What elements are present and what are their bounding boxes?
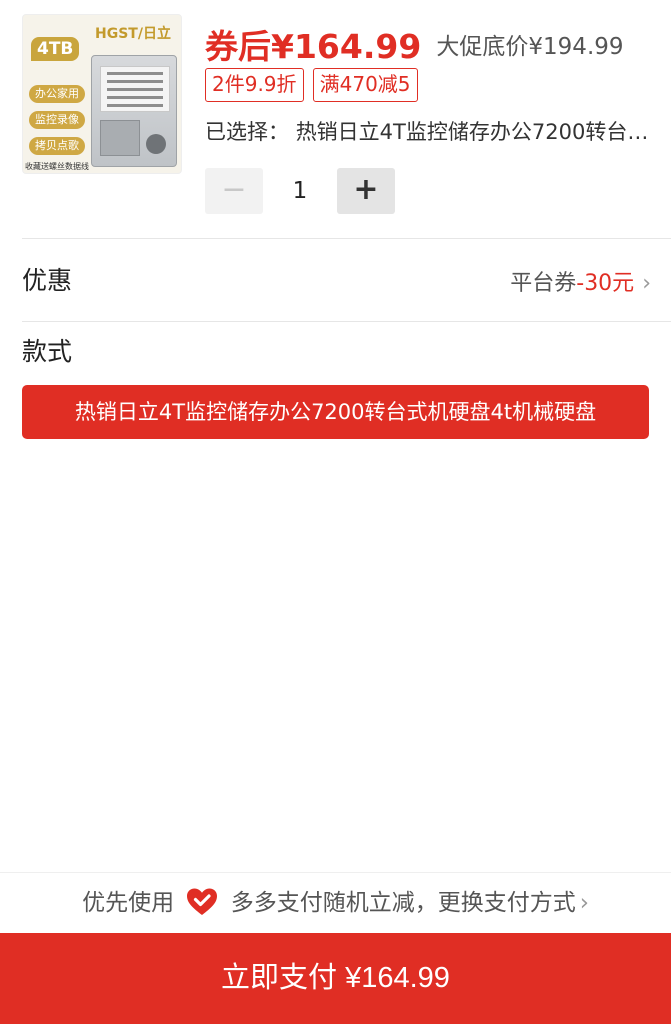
selected-variant: 已选择： 热销日立4T监控储存办公7200转台式机硬盘4t机械硬盘 bbox=[205, 116, 655, 148]
thumb-caption: 收藏送螺丝数据线 bbox=[25, 162, 89, 171]
promo-tag-threshold: 满470减5 bbox=[312, 68, 418, 102]
hard-drive-image bbox=[91, 55, 177, 167]
coupon-row[interactable]: 优惠 平台券-30元 › bbox=[0, 239, 671, 321]
selected-value: 热销日立4T监控储存办公7200转台式机硬盘4t机械硬盘 bbox=[295, 120, 655, 144]
style-option-selected[interactable]: 热销日立4T监控储存办公7200转台式机硬盘4t机械硬盘 bbox=[22, 385, 649, 439]
pay-hint-prefix: 优先使用 bbox=[82, 890, 175, 916]
price-after-coupon: 券后¥164.99 bbox=[205, 27, 422, 66]
style-section-title: 款式 bbox=[22, 337, 73, 366]
price-row: 券后¥164.99 大促底价¥194.99 bbox=[205, 20, 624, 68]
heart-check-icon bbox=[187, 888, 218, 915]
thumb-tag: 办公家用 bbox=[29, 85, 85, 103]
coupon-amount: -30元 bbox=[576, 271, 635, 296]
thumb-capacity-badge: 4TB bbox=[31, 37, 80, 61]
order-confirm-sheet: 4TB HGST/日立 办公家用 监控录像 拷贝点歌 收藏送螺丝数据线 券后¥1… bbox=[0, 0, 671, 1024]
product-summary: 4TB HGST/日立 办公家用 监控录像 拷贝点歌 收藏送螺丝数据线 券后¥1… bbox=[0, 0, 671, 238]
chevron-right-icon: › bbox=[642, 271, 651, 296]
thumb-brand-label: HGST/日立 bbox=[95, 26, 171, 42]
payment-method-hint[interactable]: 优先使用 多多支付随机立减，更换支付方式 › bbox=[0, 872, 671, 932]
divider bbox=[22, 321, 671, 322]
selected-label: 已选择： bbox=[205, 120, 289, 144]
promo-tags: 2件9.9折 满470减5 bbox=[205, 68, 422, 102]
promo-floor-price: 大促底价¥194.99 bbox=[436, 34, 624, 60]
thumb-tag: 监控录像 bbox=[29, 111, 85, 129]
coupon-value: 平台券-30元 › bbox=[510, 265, 651, 297]
coupon-title: 优惠 bbox=[22, 266, 73, 295]
pay-hint-suffix: 多多支付随机立减，更换支付方式 bbox=[230, 890, 576, 916]
pay-now-button[interactable]: 立即支付 ¥164.99 bbox=[0, 933, 671, 1024]
chevron-right-icon: › bbox=[579, 890, 589, 916]
promo-tag-discount: 2件9.9折 bbox=[205, 68, 304, 102]
coupon-label: 平台券 bbox=[510, 271, 577, 296]
quantity-value[interactable]: 1 bbox=[265, 168, 335, 214]
decrease-button[interactable]: − bbox=[205, 168, 263, 214]
product-thumbnail[interactable]: 4TB HGST/日立 办公家用 监控录像 拷贝点歌 收藏送螺丝数据线 bbox=[22, 14, 182, 174]
thumb-tag: 拷贝点歌 bbox=[29, 137, 85, 155]
increase-button[interactable]: + bbox=[337, 168, 395, 214]
